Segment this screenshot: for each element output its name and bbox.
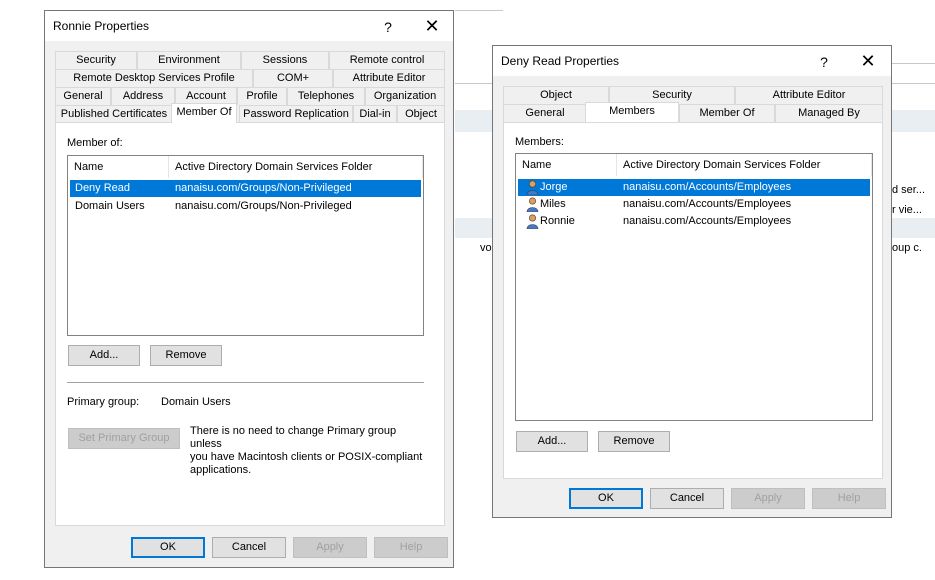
note-line: There is no need to change Primary group… <box>190 425 397 450</box>
tab-general[interactable]: General <box>503 104 587 122</box>
cancel-button[interactable]: Cancel <box>212 537 286 558</box>
list-item[interactable]: Domain Users nanaisu.com/Groups/Non-Priv… <box>70 198 421 215</box>
column-header-folder[interactable]: Active Directory Domain Services Folder <box>617 154 872 176</box>
member-of-label: Member of: <box>67 137 123 149</box>
members-label: Members: <box>515 136 564 148</box>
close-icon[interactable]: ✕ <box>853 50 883 72</box>
add-button[interactable]: Add... <box>516 431 588 452</box>
apply-button[interactable]: Apply <box>293 537 367 558</box>
group-folder: nanaisu.com/Groups/Non-Privileged <box>175 182 352 194</box>
tab-remote-desktop-services-profile[interactable]: Remote Desktop Services Profile <box>55 69 253 87</box>
member-folder: nanaisu.com/Accounts/Employees <box>623 198 792 210</box>
tab-attribute-editor[interactable]: Attribute Editor <box>333 69 445 87</box>
dialog-title: Deny Read Properties <box>501 54 620 68</box>
tab-environment[interactable]: Environment <box>137 51 241 69</box>
note-line: applications. <box>190 464 252 476</box>
ok-button[interactable]: OK <box>131 537 205 558</box>
column-header-name[interactable]: Name <box>516 154 617 176</box>
list-item[interactable]: Deny Read nanaisu.com/Groups/Non-Privile… <box>70 180 421 197</box>
help-button[interactable]: Help <box>812 488 886 509</box>
apply-button[interactable]: Apply <box>731 488 805 509</box>
list-item[interactable]: Ronnie nanaisu.com/Accounts/Employees <box>518 213 870 230</box>
tab-address[interactable]: Address <box>111 87 175 105</box>
background-line <box>890 63 935 64</box>
tab-general[interactable]: General <box>55 87 111 105</box>
tab-security[interactable]: Security <box>55 51 137 69</box>
list-item[interactable]: Miles nanaisu.com/Accounts/Employees <box>518 196 870 213</box>
tab-dial-in[interactable]: Dial-in <box>353 105 397 123</box>
tab-remote-control[interactable]: Remote control <box>329 51 445 69</box>
tab-member-of[interactable]: Member Of <box>679 104 775 122</box>
background-line <box>455 10 503 11</box>
tab-com-plus[interactable]: COM+ <box>253 69 333 87</box>
group-name: Domain Users <box>75 200 145 212</box>
deny-read-properties-dialog: Deny Read Properties ? ✕ Object Security… <box>492 45 892 518</box>
tab-published-certificates[interactable]: Published Certificates <box>55 105 173 123</box>
member-name: Ronnie <box>540 215 575 227</box>
help-icon[interactable]: ? <box>809 51 839 73</box>
user-icon <box>526 197 539 212</box>
member-name: Miles <box>540 198 566 210</box>
list-item[interactable]: Jorge nanaisu.com/Accounts/Employees <box>518 179 870 196</box>
close-icon[interactable]: ✕ <box>417 15 447 37</box>
user-icon <box>526 180 539 195</box>
primary-group-note: There is no need to change Primary group… <box>190 425 430 477</box>
help-button[interactable]: Help <box>374 537 448 558</box>
member-of-list[interactable]: Name Active Directory Domain Services Fo… <box>67 155 424 336</box>
background-text: d ser... <box>892 184 926 196</box>
ronnie-properties-dialog: Ronnie Properties ? ✕ Security Environme… <box>44 10 454 568</box>
remove-button[interactable]: Remove <box>150 345 222 366</box>
user-icon <box>526 214 539 229</box>
background-text: r vie... <box>892 204 922 216</box>
title-bar: Ronnie Properties ? ✕ <box>45 11 453 41</box>
tab-attribute-editor[interactable]: Attribute Editor <box>735 86 883 104</box>
dialog-title: Ronnie Properties <box>53 19 150 33</box>
group-name: Deny Read <box>75 182 131 194</box>
cancel-button[interactable]: Cancel <box>650 488 724 509</box>
title-bar: Deny Read Properties ? ✕ <box>493 46 891 76</box>
member-folder: nanaisu.com/Accounts/Employees <box>623 181 792 193</box>
column-header-name[interactable]: Name <box>68 156 169 178</box>
tab-managed-by[interactable]: Managed By <box>775 104 883 122</box>
background-text: oup c. <box>892 242 922 254</box>
tab-sessions[interactable]: Sessions <box>241 51 329 69</box>
group-folder: nanaisu.com/Groups/Non-Privileged <box>175 200 352 212</box>
member-of-panel: Member of: Name Active Directory Domain … <box>55 122 445 526</box>
help-icon[interactable]: ? <box>373 16 403 38</box>
tab-password-replication[interactable]: Password Replication <box>239 105 353 123</box>
note-line: you have Macintosh clients or POSIX-comp… <box>190 451 423 463</box>
add-button[interactable]: Add... <box>68 345 140 366</box>
tab-object[interactable]: Object <box>397 105 445 123</box>
primary-group-value: Domain Users <box>161 396 231 408</box>
tab-members[interactable]: Members <box>585 102 679 122</box>
remove-button[interactable]: Remove <box>598 431 670 452</box>
members-panel: Members: Name Active Directory Domain Se… <box>503 122 883 479</box>
members-list[interactable]: Name Active Directory Domain Services Fo… <box>515 153 873 421</box>
column-header-folder[interactable]: Active Directory Domain Services Folder <box>169 156 423 178</box>
member-name: Jorge <box>540 181 568 193</box>
tab-telephones[interactable]: Telephones <box>287 87 365 105</box>
tab-profile[interactable]: Profile <box>237 87 287 105</box>
member-folder: nanaisu.com/Accounts/Employees <box>623 215 792 227</box>
ok-button[interactable]: OK <box>569 488 643 509</box>
set-primary-group-button[interactable]: Set Primary Group <box>68 428 180 449</box>
tab-organization[interactable]: Organization <box>365 87 445 105</box>
separator <box>67 382 424 383</box>
primary-group-label: Primary group: <box>67 396 140 408</box>
tab-member-of[interactable]: Member Of <box>171 103 237 123</box>
